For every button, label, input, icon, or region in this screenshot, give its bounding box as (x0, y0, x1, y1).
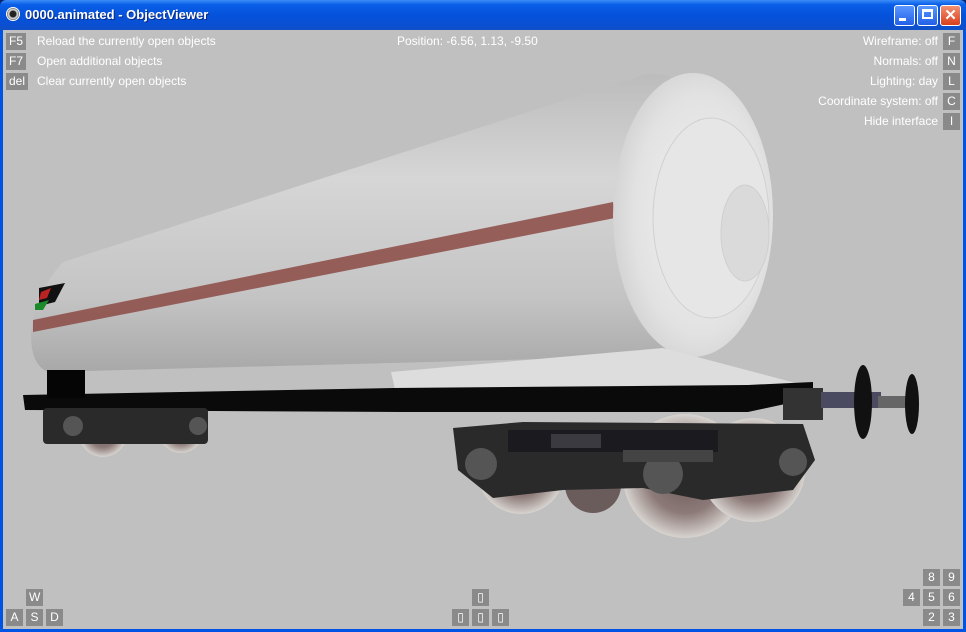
normals-status: Normals: off (873, 54, 938, 68)
arrow-up-key[interactable]: ▯ (472, 589, 489, 606)
wireframe-key[interactable]: F (943, 33, 960, 50)
minimize-button[interactable] (894, 5, 915, 26)
window-title: 0000.animated - ObjectViewer (25, 7, 209, 22)
app-icon[interactable] (6, 7, 20, 21)
hide-interface-key[interactable]: I (943, 113, 960, 130)
move-left-key[interactable]: A (6, 609, 23, 626)
arrow-left-key[interactable]: ▯ (452, 609, 469, 626)
reload-key[interactable]: F5 (6, 33, 27, 50)
lighting-status: Lighting: day (869, 74, 938, 88)
numpad-3-key[interactable]: 3 (943, 609, 960, 626)
coordinate-system-key[interactable]: C (943, 93, 960, 110)
tank-wagon-model (23, 73, 919, 538)
move-back-key[interactable]: S (26, 609, 43, 626)
arrow-right-key[interactable]: ▯ (492, 609, 509, 626)
normals-key[interactable]: N (943, 53, 960, 70)
hide-interface-label: Hide interface (863, 114, 938, 128)
numpad-9-key[interactable]: 9 (943, 569, 960, 586)
close-button[interactable]: ✕ (940, 5, 961, 26)
numpad-8-key[interactable]: 8 (923, 569, 940, 586)
camera-position: Position: -6.56, 1.13, -9.50 (397, 34, 538, 48)
lighting-key[interactable]: L (943, 73, 960, 90)
move-right-key[interactable]: D (46, 609, 63, 626)
numpad-5-key[interactable]: 5 (923, 589, 940, 606)
coordinate-system-status: Coordinate system: off (818, 94, 938, 108)
reload-label: Reload the currently open objects (37, 34, 216, 48)
clear-key[interactable]: del (6, 73, 29, 90)
objectviewer-window: 0000.animated - ObjectViewer ✕ F5 Reload… (0, 0, 966, 632)
title-bar[interactable]: 0000.animated - ObjectViewer ✕ (0, 0, 966, 30)
open-additional-key[interactable]: F7 (6, 53, 27, 70)
numpad-2-key[interactable]: 2 (923, 609, 940, 626)
move-forward-key[interactable]: W (26, 589, 44, 606)
close-icon: ✕ (944, 7, 957, 24)
numpad-6-key[interactable]: 6 (943, 589, 960, 606)
arrow-down-key[interactable]: ▯ (472, 609, 489, 626)
maximize-icon (922, 9, 933, 19)
maximize-button[interactable] (917, 5, 938, 26)
open-additional-label: Open additional objects (37, 54, 163, 68)
minimize-icon (899, 18, 906, 21)
numpad-4-key[interactable]: 4 (903, 589, 920, 606)
wireframe-status: Wireframe: off (862, 34, 938, 48)
clear-label: Clear currently open objects (37, 74, 187, 88)
3d-viewport[interactable]: F5 Reload the currently open objects F7 … (3, 30, 963, 629)
